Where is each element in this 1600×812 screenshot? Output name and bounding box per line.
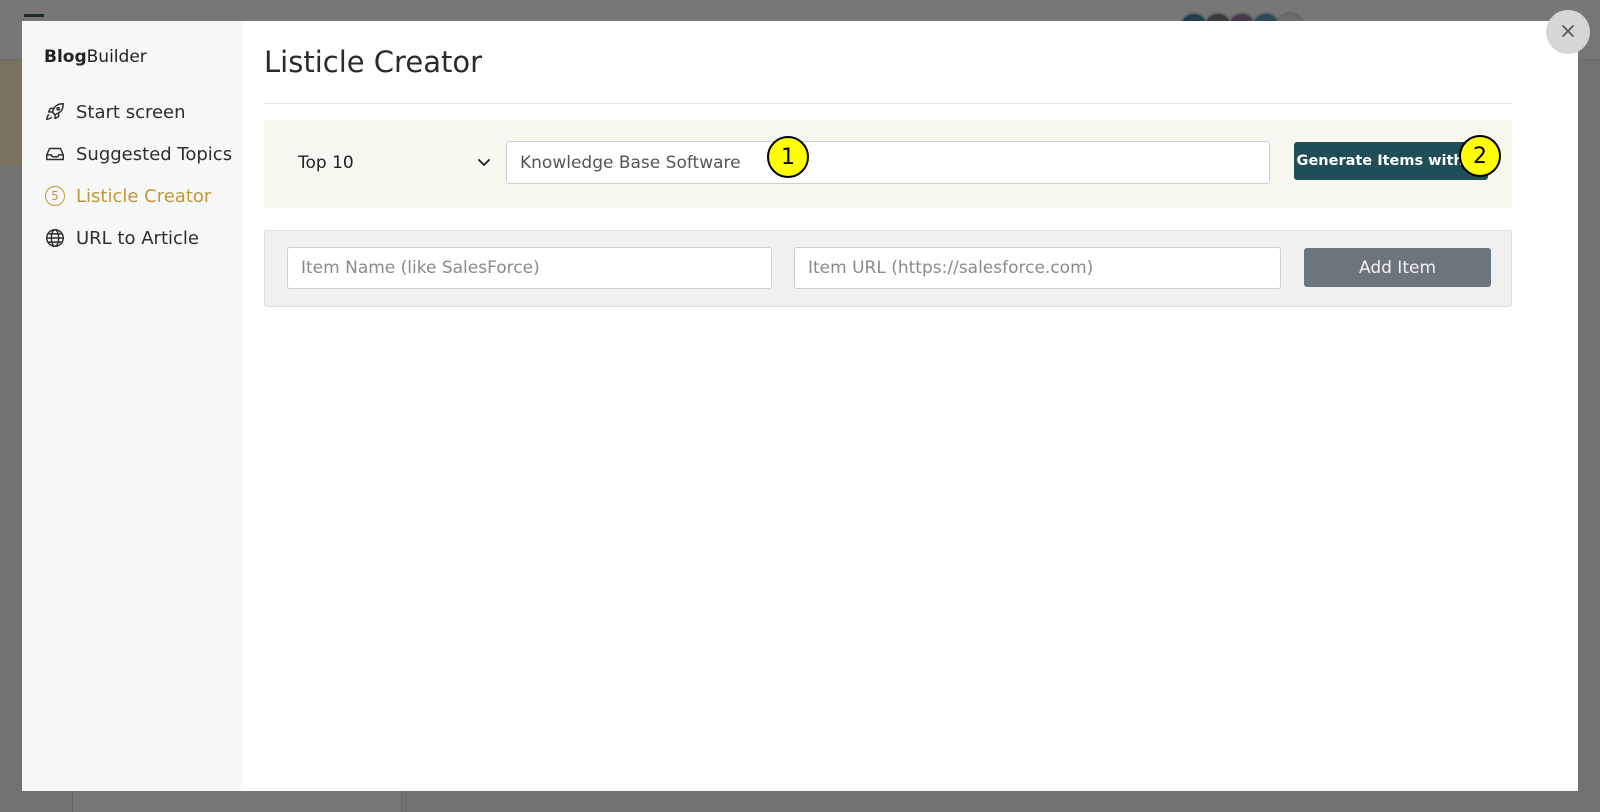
generator-panel: Top 10 Generate Items with AI [264, 120, 1512, 208]
add-item-panel: Add Item [264, 230, 1512, 307]
chevron-down-icon [476, 154, 492, 175]
number-5-icon: 5 [44, 185, 66, 207]
list-count-select[interactable]: Top 10 [288, 142, 498, 184]
page-title: Listicle Creator [264, 45, 482, 79]
item-name-input[interactable] [287, 247, 772, 289]
rocket-icon [44, 101, 66, 123]
close-modal-button[interactable] [1546, 10, 1590, 54]
topic-input[interactable] [506, 141, 1270, 184]
step-callout-1: 1 [767, 136, 809, 178]
step-callout-2: 2 [1459, 135, 1501, 177]
item-url-input[interactable] [794, 247, 1281, 289]
sidebar: BlogBuilder Start screen Suggested Topic… [22, 21, 242, 791]
sidebar-item-start-screen[interactable]: Start screen [44, 91, 242, 133]
close-icon [1561, 24, 1575, 41]
sidebar-item-label: URL to Article [76, 227, 199, 249]
main-content: Listicle Creator Top 10 Generate Items w… [242, 21, 1578, 791]
sidebar-item-label: Listicle Creator [76, 185, 212, 207]
list-count-value: Top 10 [298, 153, 354, 173]
title-divider [264, 103, 1512, 104]
background-panel [0, 60, 24, 165]
sidebar-item-url-to-article[interactable]: URL to Article [44, 217, 242, 259]
sidebar-item-listicle-creator[interactable]: 5 Listicle Creator [44, 175, 242, 217]
blogbuilder-modal: BlogBuilder Start screen Suggested Topic… [22, 21, 1578, 791]
add-item-button[interactable]: Add Item [1304, 248, 1491, 287]
background-column [72, 790, 402, 812]
brand-logo: BlogBuilder [44, 47, 147, 67]
sidebar-item-label: Suggested Topics [76, 143, 233, 165]
globe-icon [44, 227, 66, 249]
sidebar-item-suggested-topics[interactable]: Suggested Topics [44, 133, 242, 175]
inbox-icon [44, 143, 66, 165]
sidebar-item-label: Start screen [76, 101, 186, 123]
